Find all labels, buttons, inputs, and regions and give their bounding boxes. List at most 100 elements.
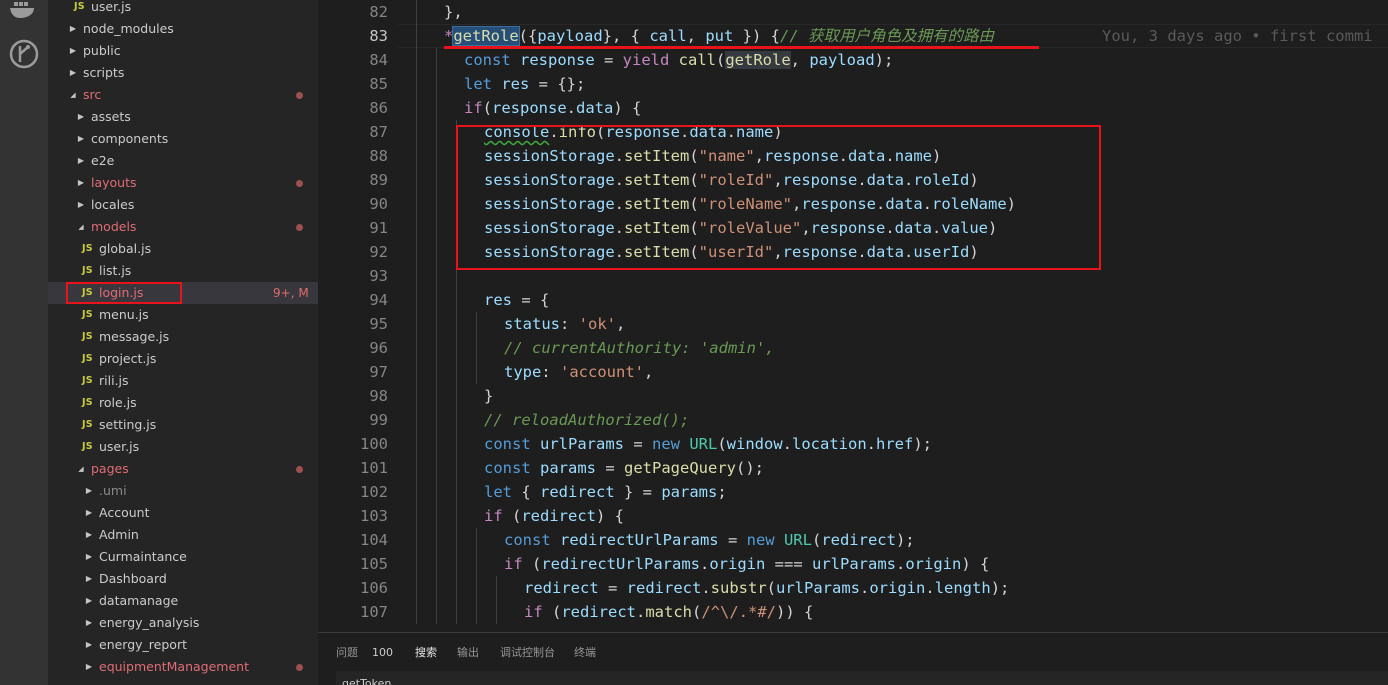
- tab-output[interactable]: 输出: [457, 643, 479, 663]
- indent-guide: [436, 72, 437, 96]
- code-token: redirectUrlParams: [541, 555, 700, 573]
- code-token: = {};: [529, 75, 586, 93]
- line-number: 85: [369, 75, 388, 93]
- line-number: 88: [369, 147, 388, 165]
- indent-guide: [476, 600, 477, 624]
- tree-folder[interactable]: ▶ Admin: [48, 524, 318, 546]
- code-token: const: [484, 435, 540, 453]
- tree-folder[interactable]: ▶ node_modules: [48, 18, 318, 40]
- code-line: },: [444, 0, 463, 24]
- line-number: 84: [369, 51, 388, 69]
- gitlens-icon[interactable]: [8, 38, 40, 70]
- indent-guide: [416, 504, 417, 528]
- code-token: *: [444, 27, 454, 45]
- code-token: 'ok': [578, 315, 616, 333]
- indent-guide: [476, 360, 477, 384]
- chevron-right-icon: ▶: [85, 552, 93, 561]
- indent-guide: [436, 168, 437, 192]
- tree-folder[interactable]: ▶ components: [48, 128, 318, 150]
- code-token: href: [876, 435, 914, 453]
- tree-folder[interactable]: ◢ models: [48, 216, 318, 238]
- code-token: .: [782, 435, 793, 453]
- chevron-right-icon: ▶: [85, 486, 93, 495]
- tree-file[interactable]: JS list.js: [48, 260, 318, 282]
- code-token: } =: [614, 483, 662, 501]
- code-token: (: [715, 51, 726, 69]
- code-line: if (redirectUrlParams.origin === urlPara…: [504, 552, 989, 576]
- tree-file[interactable]: JS user.js: [48, 0, 318, 18]
- tree-file[interactable]: JS user.js: [48, 436, 318, 458]
- tree-folder[interactable]: ▶ datamanage: [48, 590, 318, 612]
- chevron-right-icon: ▶: [85, 530, 93, 539]
- tree-item-label: Account: [99, 505, 150, 520]
- code-token: origin: [905, 555, 962, 573]
- code-token: =: [624, 435, 652, 453]
- line-number: 97: [369, 363, 388, 381]
- code-token: const: [504, 531, 560, 549]
- tab-search[interactable]: 搜索: [415, 643, 437, 663]
- tree-file[interactable]: JS menu.js: [48, 304, 318, 326]
- tree-folder[interactable]: ▶ scripts: [48, 62, 318, 84]
- code-token: ,: [644, 363, 654, 381]
- indent-guide: [436, 48, 437, 72]
- tree-folder[interactable]: ▶ Dashboard: [48, 568, 318, 590]
- annotation-box-login: [66, 282, 182, 304]
- tree-folder[interactable]: ▶ e2e: [48, 150, 318, 172]
- tree-folder[interactable]: ▶ locales: [48, 194, 318, 216]
- code-token: res: [484, 291, 512, 309]
- tree-file[interactable]: JS message.js: [48, 326, 318, 348]
- code-token: (: [692, 603, 702, 621]
- js-file-icon: JS: [82, 243, 93, 254]
- tree-item-label: scripts: [83, 65, 125, 80]
- code-token: const: [464, 51, 520, 69]
- tree-folder[interactable]: ▶ Account: [48, 502, 318, 524]
- indent-guide: [476, 552, 477, 576]
- tree-folder[interactable]: ▶ energy_report: [48, 634, 318, 656]
- indent-guide: [456, 336, 457, 360]
- line-number: 98: [369, 387, 388, 405]
- panel-content: [336, 671, 1388, 685]
- tab-debug-console[interactable]: 调试控制台: [500, 643, 555, 663]
- code-line: let res = {};: [464, 72, 585, 96]
- code-token: let: [464, 75, 502, 93]
- tree-item-label: layouts: [91, 175, 137, 190]
- chevron-right-icon: ▶: [69, 24, 77, 33]
- explorer-sidebar: JS user.js ▶ node_modules ▶ public ▶ scripts ◢ sr…: [48, 0, 318, 685]
- code-token: );: [895, 531, 915, 549]
- tree-folder[interactable]: ◢ src: [48, 84, 318, 106]
- indent-guide: [436, 288, 437, 312]
- indent-guide: [416, 168, 417, 192]
- indent-guide: [416, 48, 417, 72]
- tab-problems[interactable]: 问题: [336, 643, 358, 663]
- code-token: if: [504, 555, 532, 573]
- tree-file[interactable]: JS rili.js: [48, 370, 318, 392]
- code-token: ;: [717, 483, 727, 501]
- tree-file[interactable]: JS project.js: [48, 348, 318, 370]
- tree-item-label: user.js: [99, 439, 140, 454]
- code-token: .: [925, 579, 935, 597]
- tree-file[interactable]: JS global.js: [48, 238, 318, 260]
- code-line: // currentAuthority: 'admin',: [504, 336, 775, 360]
- tree-folder[interactable]: ▶ .umi: [48, 480, 318, 502]
- indent-guide: [456, 432, 457, 456]
- indent-guide: [436, 120, 437, 144]
- docker-icon[interactable]: [8, 0, 40, 32]
- tree-folder[interactable]: ▶ equipmentManagement: [48, 656, 318, 678]
- modified-dot-icon: [296, 224, 303, 231]
- tab-terminal[interactable]: 终端: [574, 643, 596, 663]
- tree-folder[interactable]: ▶ public: [48, 40, 318, 62]
- tree-folder[interactable]: ▶ layouts: [48, 172, 318, 194]
- tree-folder[interactable]: ▶ Curmaintance: [48, 546, 318, 568]
- code-editor[interactable]: 82 83 84 85 86 87 88 89 90 91 92 93 94 95 96 97 98 99 100 1…: [318, 0, 1388, 632]
- tree-folder[interactable]: ▶ assets: [48, 106, 318, 128]
- code-token: data: [576, 99, 614, 117]
- tree-folder[interactable]: ▶ energy_analysis: [48, 612, 318, 634]
- code-token: .: [866, 435, 877, 453]
- tree-file[interactable]: JS role.js: [48, 392, 318, 414]
- code-token: .: [896, 555, 906, 573]
- indent-guide: [436, 432, 437, 456]
- indent-guide: [456, 480, 457, 504]
- code-token: }, {: [602, 27, 650, 45]
- tree-folder[interactable]: ◢ pages: [48, 458, 318, 480]
- tree-file[interactable]: JS setting.js: [48, 414, 318, 436]
